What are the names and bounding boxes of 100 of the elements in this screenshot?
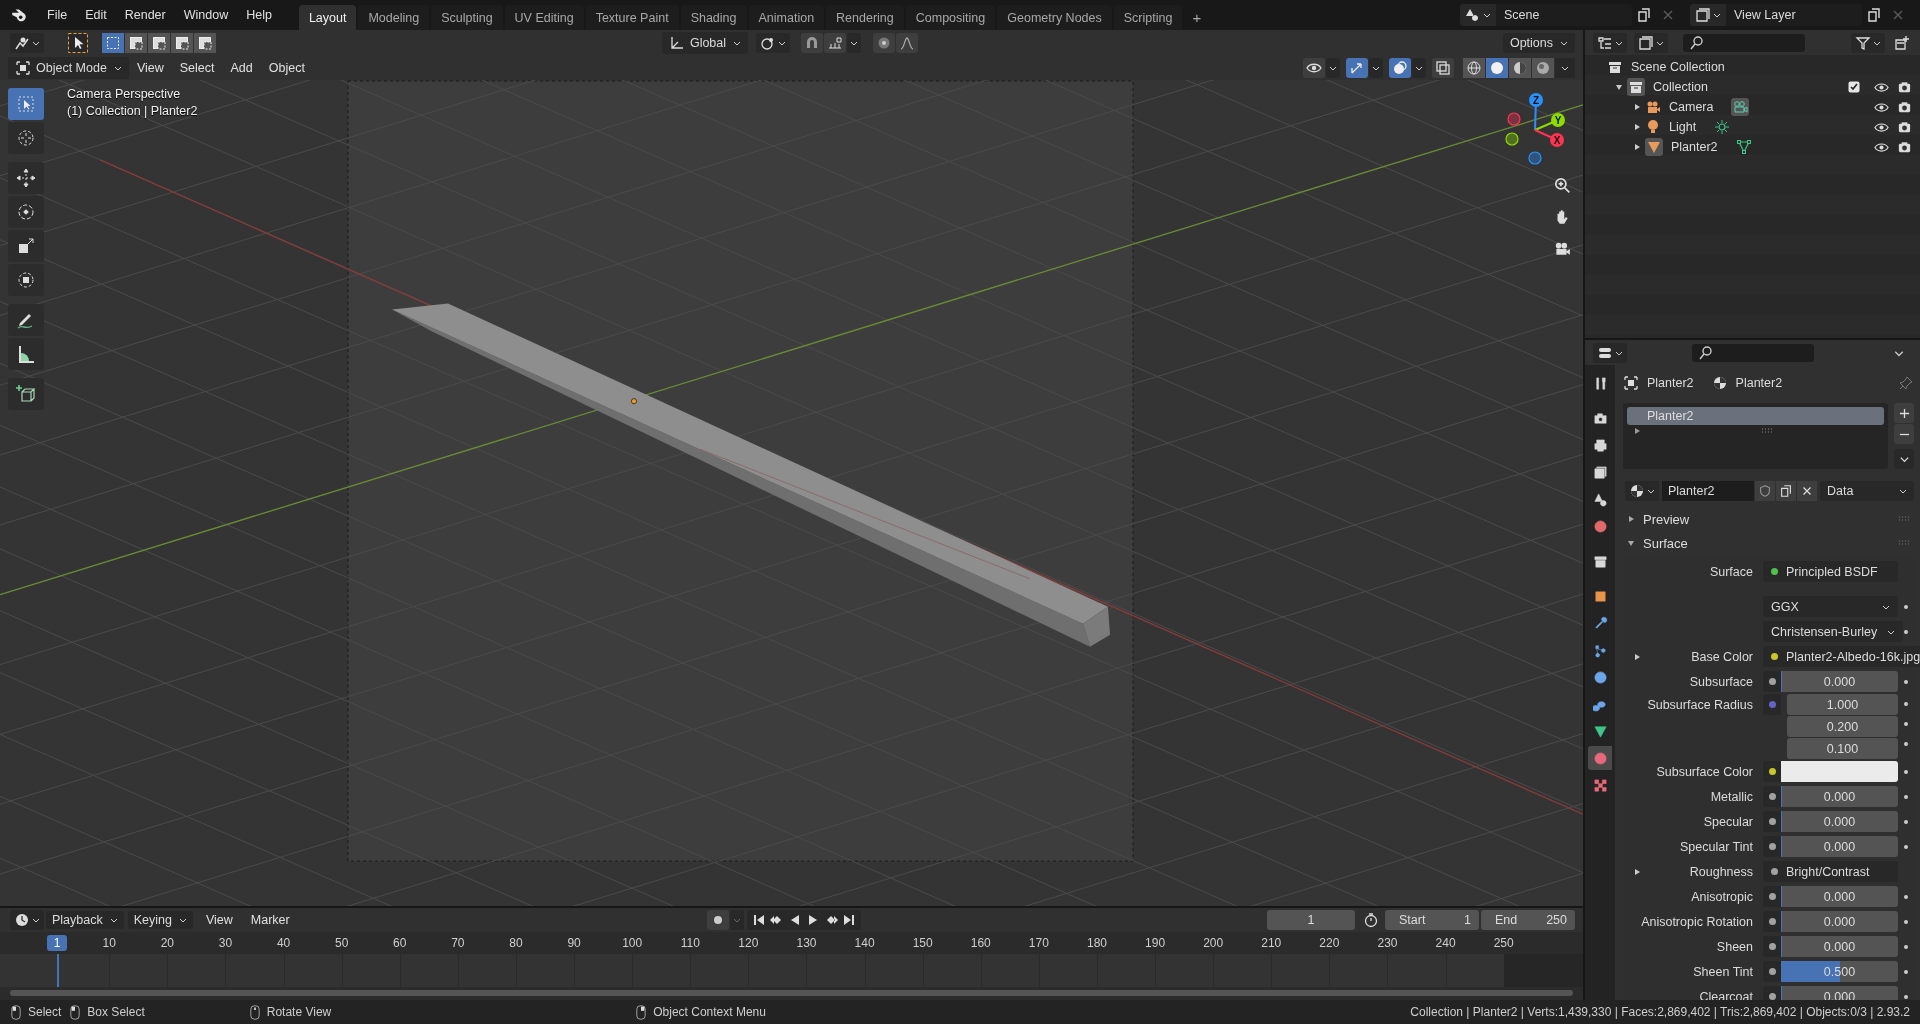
workspace-tab[interactable]: Shading <box>680 5 747 30</box>
camera-data-icon[interactable] <box>1731 98 1750 116</box>
socket-button[interactable] <box>1763 811 1781 832</box>
socket-button[interactable] <box>1763 961 1781 982</box>
keyframe-dot[interactable] <box>1904 629 1908 634</box>
panel-title[interactable]: Preview <box>1643 511 1690 527</box>
pivot-point-selector[interactable] <box>756 32 791 53</box>
selection-mode-icon[interactable] <box>171 32 193 53</box>
keyframe-dot[interactable] <box>1904 944 1908 949</box>
rendered-shading-icon[interactable] <box>1532 57 1554 78</box>
outliner-item[interactable]: Scene Collection <box>1631 60 1725 74</box>
selection-mode-icon[interactable] <box>194 32 216 53</box>
keyframe-dot[interactable] <box>1904 819 1908 824</box>
link-field[interactable]: Principled BSDF <box>1763 561 1898 582</box>
expand-triangle-icon[interactable] <box>1633 427 1641 435</box>
number-slider[interactable]: 0.000 <box>1781 671 1898 692</box>
menu-item[interactable]: Help <box>237 4 281 26</box>
copy-icon[interactable] <box>1866 7 1882 23</box>
number-field[interactable]: 0.100 <box>1787 738 1898 759</box>
menu-item[interactable]: Object <box>260 56 313 79</box>
current-frame-field[interactable]: 1 <box>1267 910 1355 930</box>
resize-grip-icon[interactable] <box>1761 428 1773 434</box>
camera-icon[interactable] <box>1897 79 1912 95</box>
keyframe-dot[interactable] <box>1904 969 1908 974</box>
workspace-tab[interactable]: UV Editing <box>504 5 584 30</box>
keyframe-dot[interactable] <box>1904 679 1908 684</box>
link-field[interactable]: Bright/Contrast <box>1763 861 1898 882</box>
rotate-tool-icon[interactable] <box>8 196 44 228</box>
material-name-field[interactable]: Planter2 <box>1662 481 1754 501</box>
link-field[interactable]: Planter2-Albedo-16k.jpg <box>1763 646 1920 667</box>
number-slider[interactable]: 0.000 <box>1781 786 1898 807</box>
move-tool-icon[interactable] <box>8 162 44 194</box>
sun-icon[interactable] <box>1714 119 1731 135</box>
panel-title[interactable]: Surface <box>1643 535 1688 551</box>
drag-grip-icon[interactable] <box>1898 516 1910 522</box>
search-field[interactable] <box>1683 33 1805 52</box>
socket-button[interactable] <box>1763 936 1781 957</box>
number-slider[interactable]: 0.000 <box>1781 886 1898 907</box>
annotate-tool-icon[interactable] <box>8 304 44 336</box>
editor-type-selector[interactable] <box>10 910 44 930</box>
checkbox[interactable] <box>1848 81 1860 93</box>
selection-mode-icon[interactable] <box>148 32 170 53</box>
app-logo-icon[interactable] <box>10 6 28 24</box>
outliner-item[interactable]: Light <box>1669 120 1697 134</box>
scale-tool-icon[interactable] <box>8 230 44 262</box>
record-icon[interactable] <box>707 910 730 930</box>
new-collection-icon[interactable] <box>1894 34 1910 51</box>
keyframe-dot[interactable] <box>1904 604 1908 609</box>
workspace-tab[interactable]: Texture Paint <box>585 5 679 30</box>
menu-item[interactable]: File <box>38 4 77 26</box>
overlay-circles-icon[interactable] <box>1389 57 1411 78</box>
keyframe-dot[interactable] <box>1904 722 1908 726</box>
disclosure-triangle-icon[interactable] <box>1627 515 1635 523</box>
pin-icon[interactable] <box>1898 375 1914 391</box>
material-slot[interactable]: Planter2 <box>1627 407 1884 425</box>
disclosure-triangle-icon[interactable] <box>1633 123 1641 131</box>
socket-button[interactable] <box>1763 761 1781 782</box>
socket-button[interactable] <box>1763 836 1781 857</box>
browse-material-selector[interactable] <box>1625 481 1659 501</box>
magnet-icon[interactable] <box>801 32 824 53</box>
proportional-editing-icon[interactable] <box>873 32 896 53</box>
menu-item[interactable]: Playback <box>46 911 124 929</box>
workspace-tab[interactable]: Animation <box>748 5 825 30</box>
dropdown[interactable]: GGX <box>1763 596 1898 617</box>
camera-icon[interactable] <box>1897 119 1912 135</box>
eye-icon[interactable] <box>1303 57 1325 78</box>
number-slider[interactable]: 0.000 <box>1781 911 1898 932</box>
drag-grip-icon[interactable] <box>1898 540 1910 546</box>
zoom-icon[interactable] <box>1553 176 1571 194</box>
start-frame-field[interactable]: 1 <box>1443 910 1479 930</box>
color-swatch[interactable] <box>1781 761 1898 782</box>
keyframe-dot[interactable] <box>1904 702 1908 706</box>
scrollbar[interactable] <box>10 990 1573 996</box>
keyframe-dot[interactable] <box>1904 844 1908 849</box>
workspace-tab[interactable]: Geometry Nodes <box>997 5 1112 30</box>
menu-item[interactable]: Add <box>222 56 261 79</box>
keyframe-dot[interactable] <box>1904 794 1908 799</box>
fake-user-button[interactable] <box>1755 481 1775 501</box>
socket-button[interactable] <box>1763 786 1781 807</box>
socket-button[interactable] <box>1763 886 1781 907</box>
cursor-tool-icon[interactable] <box>8 122 44 154</box>
keyframe-dot[interactable] <box>1904 919 1908 924</box>
disclosure-triangle-icon[interactable] <box>1633 143 1641 151</box>
workspace-tab[interactable]: Compositing <box>905 5 996 30</box>
menu-item[interactable]: Window <box>174 4 238 26</box>
copy-icon[interactable] <box>1636 7 1652 23</box>
transform-tool-icon[interactable] <box>8 264 44 296</box>
menu-item[interactable]: Edit <box>76 4 116 26</box>
number-field[interactable]: 0.200 <box>1787 716 1898 737</box>
scene-selector[interactable] <box>1460 4 1496 26</box>
editor-type-selector[interactable] <box>1593 32 1627 53</box>
navigation-gizmo[interactable]: Z Y X <box>1505 93 1565 165</box>
end-frame-field[interactable]: 250 <box>1539 910 1575 930</box>
options-dropdown[interactable]: Options <box>1502 32 1575 53</box>
camera-icon[interactable] <box>1553 240 1571 258</box>
remove-slot-button[interactable] <box>1894 424 1914 444</box>
number-slider[interactable]: 0.000 <box>1781 836 1898 857</box>
workspace-tab[interactable]: Sculpting <box>431 5 503 30</box>
camera-icon[interactable] <box>1897 99 1912 115</box>
timeline-track-area[interactable] <box>0 954 1583 987</box>
